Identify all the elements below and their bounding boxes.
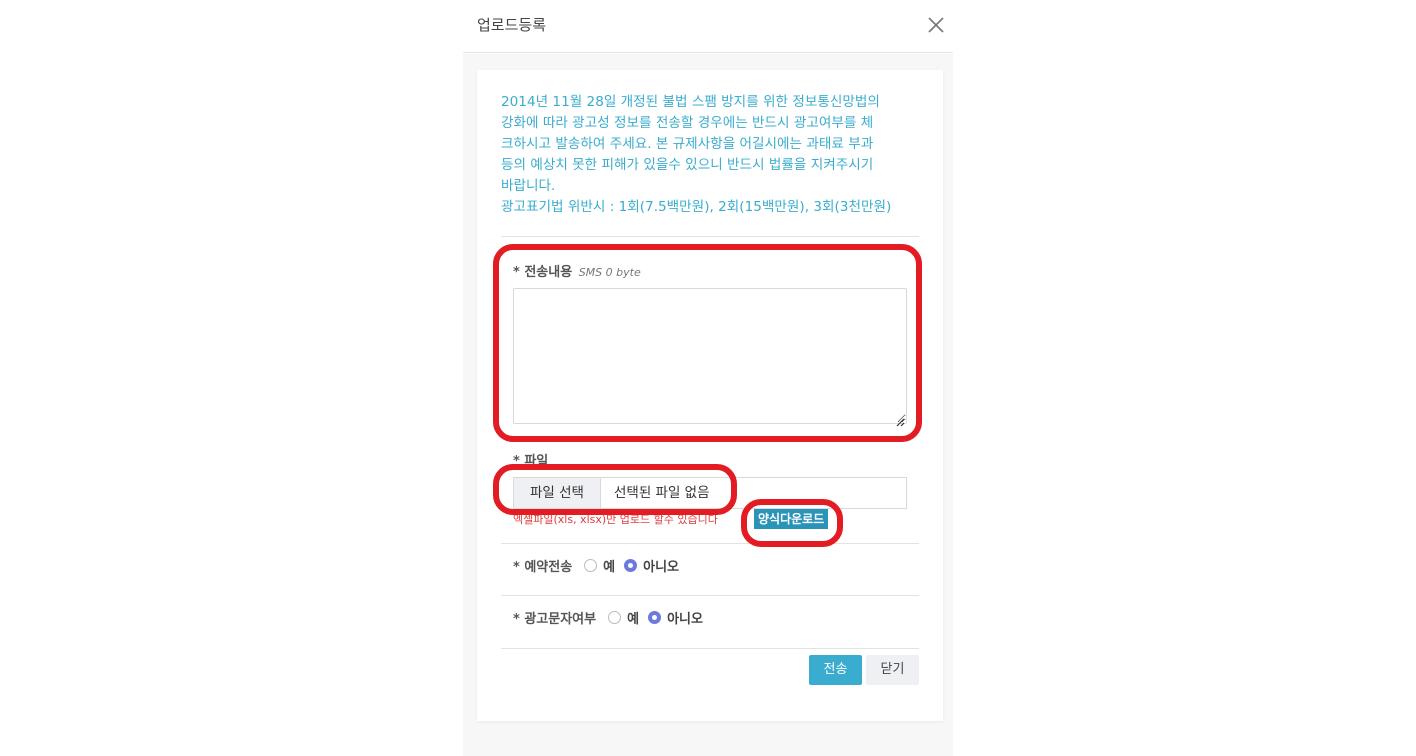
divider xyxy=(501,648,919,649)
notice-line: 등의 예상치 못한 피해가 있을수 있으니 반드시 법률을 지켜주시기 xyxy=(501,157,874,173)
message-content-textarea[interactable] xyxy=(513,288,907,424)
upload-form-card: 2014년 11월 28일 개정된 불법 스팸 방지를 위한 정보통신망법의 강… xyxy=(477,70,943,721)
divider xyxy=(501,595,919,596)
close-button[interactable]: 닫기 xyxy=(866,655,919,685)
reservation-no-radio[interactable] xyxy=(624,559,638,572)
byte-counter: SMS 0 byte xyxy=(578,266,641,279)
content-label-text: * 전송내용 xyxy=(513,265,573,280)
reservation-no-label: 아니오 xyxy=(643,560,680,575)
spam-law-notice: 2014년 11월 28일 개정된 불법 스팸 방지를 위한 정보통신망법의 강… xyxy=(501,92,921,218)
reservation-yes-radio[interactable] xyxy=(584,559,598,572)
template-download-button[interactable]: 양식다운로드 xyxy=(754,509,829,529)
divider xyxy=(501,236,919,237)
file-label: * 파일 xyxy=(513,454,549,469)
notice-line: 바랍니다. xyxy=(501,178,556,194)
ad-label: * 광고문자여부 xyxy=(513,612,597,627)
modal-header: 업로드등록 xyxy=(463,0,953,53)
ad-row: * 광고문자여부 예 아니오 xyxy=(513,608,712,627)
ad-yes-radio[interactable] xyxy=(608,611,622,624)
notice-line: 2014년 11월 28일 개정된 불법 스팸 방지를 위한 정보통신망법의 xyxy=(501,94,880,110)
ad-no-label: 아니오 xyxy=(667,612,703,627)
ad-yes-label: 예 xyxy=(627,612,640,627)
reservation-yes-label: 예 xyxy=(603,560,616,575)
resize-grip-icon[interactable] xyxy=(896,412,905,427)
send-button[interactable]: 전송 xyxy=(809,655,862,685)
notice-line: 크하시고 발송하여 주세요. 본 규제사항을 어길시에는 과태료 부과 xyxy=(501,136,874,152)
choose-file-button[interactable]: 파일 선택 xyxy=(514,478,601,508)
file-help-text: 엑셀파일(xls, xlsx)만 업로드 할수 있습니다 xyxy=(513,513,718,526)
modal-title: 업로드등록 xyxy=(477,16,547,34)
reservation-row: * 예약전송 예 아니오 xyxy=(513,556,688,575)
file-status-text: 선택된 파일 없음 xyxy=(614,485,710,501)
divider xyxy=(501,543,919,544)
reservation-label: * 예약전송 xyxy=(513,560,573,575)
notice-line: 강화에 따라 광고성 정보를 전송할 경우에는 반드시 광고여부를 체 xyxy=(501,115,874,131)
ad-no-radio[interactable] xyxy=(648,611,662,624)
content-label: * 전송내용 SMS 0 byte xyxy=(513,261,641,280)
file-input[interactable]: 파일 선택 선택된 파일 없음 xyxy=(513,477,907,509)
close-icon[interactable] xyxy=(927,16,945,34)
notice-line: 광고표기법 위반시 : 1회(7.5백만원), 2회(15백만원), 3회(3천… xyxy=(501,199,892,215)
